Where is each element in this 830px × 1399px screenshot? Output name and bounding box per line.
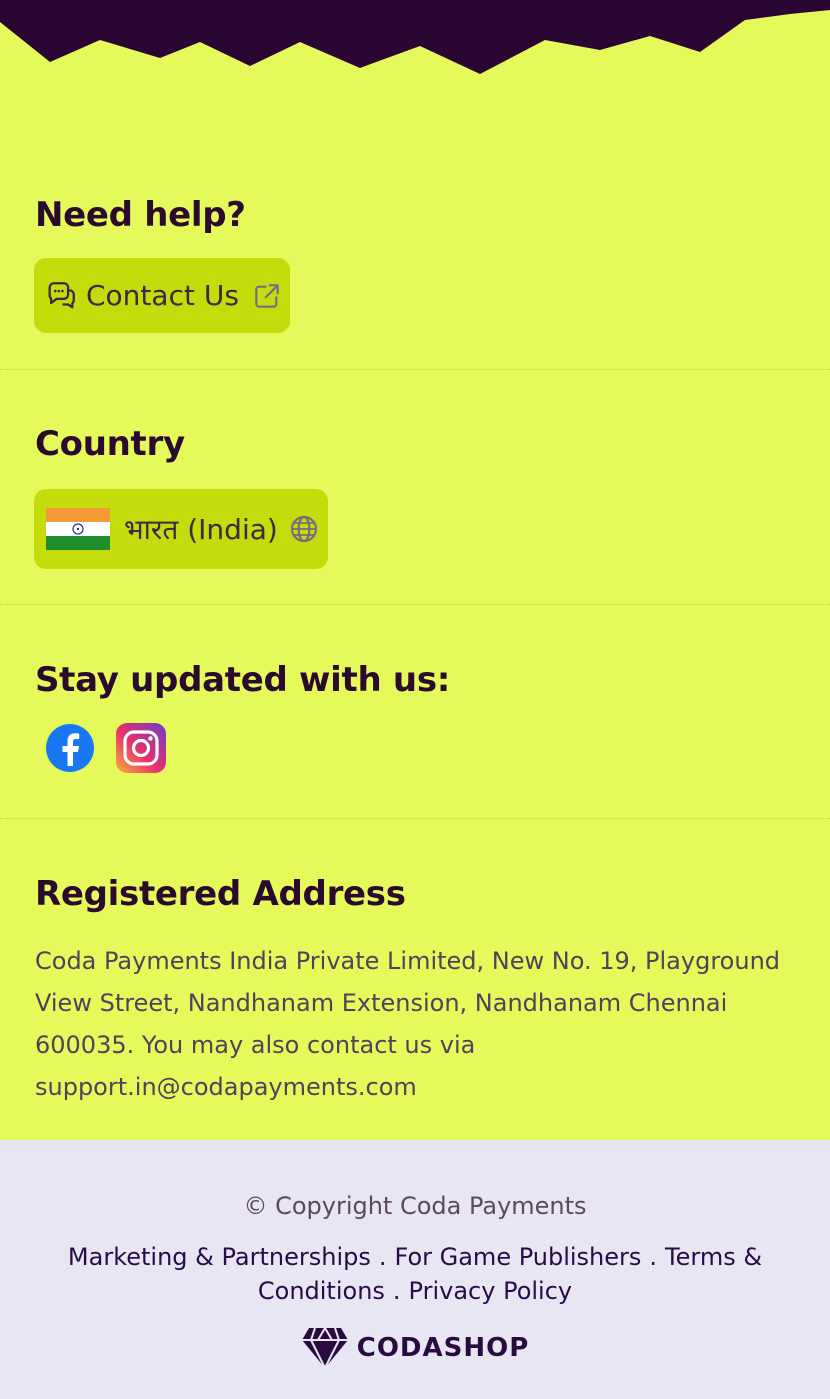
country-heading: Country [35, 424, 185, 464]
link-separator: . [378, 1243, 387, 1271]
help-heading: Need help? [35, 195, 246, 235]
chat-icon [48, 281, 75, 308]
link-marketing-partnerships[interactable]: Marketing & Partnerships [68, 1243, 371, 1271]
link-separator: . [649, 1243, 658, 1271]
contact-us-label: Contact Us [86, 279, 239, 312]
brand-name: CODASHOP [356, 1333, 530, 1363]
footer-links: Marketing & Partnerships. For Game Publis… [40, 1240, 790, 1308]
link-game-publishers[interactable]: For Game Publishers [395, 1243, 642, 1271]
social-heading: Stay updated with us: [35, 660, 451, 700]
divider [0, 818, 830, 819]
facebook-icon[interactable] [44, 722, 96, 774]
country-selector[interactable]: भारत (India) [34, 489, 328, 569]
footer: © Copyright Coda Payments Marketing & Pa… [0, 1140, 830, 1399]
divider [0, 369, 830, 370]
address-text: Coda Payments India Private Limited, New… [35, 947, 781, 1101]
country-label: भारत (India) [124, 513, 278, 546]
contact-us-button[interactable]: Contact Us [34, 258, 290, 333]
external-link-icon [255, 283, 279, 308]
copyright-text: © Copyright Coda Payments [243, 1192, 587, 1220]
india-flag-icon [46, 508, 110, 550]
globe-icon [290, 515, 317, 543]
jagged-header-edge [0, 0, 830, 74]
link-privacy-policy[interactable]: Privacy Policy [409, 1277, 573, 1305]
divider [0, 604, 830, 605]
instagram-icon[interactable] [115, 722, 167, 774]
link-separator: . [392, 1277, 401, 1305]
diamond-logo-icon [301, 1327, 348, 1369]
codashop-logo[interactable]: CODASHOP [0, 1326, 830, 1370]
page-content: Need help? Contact Us Country भारत (Indi… [0, 0, 830, 1140]
address-heading: Registered Address [35, 874, 406, 914]
